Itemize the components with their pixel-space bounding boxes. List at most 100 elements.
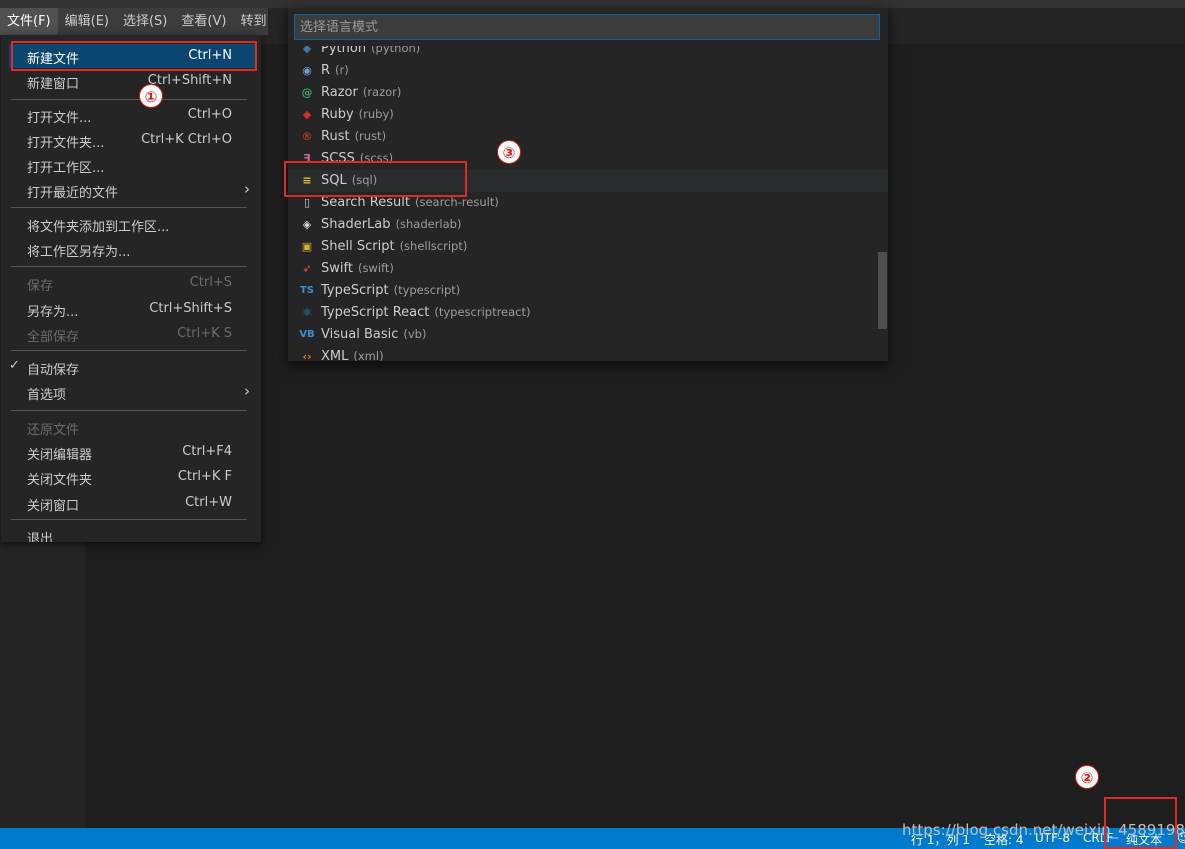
language-item-r[interactable]: ◉ R (r) [288,60,888,82]
typescript-icon: TS [299,285,315,296]
annotation-box-new-file [11,41,257,71]
menu-item-revert-file[interactable]: 还原文件 [9,415,256,439]
language-id: (typescriptreact) [434,305,531,319]
menu-item-label: 打开文件... [27,111,92,126]
menu-item-shortcut: Ctrl+F4 [182,444,232,459]
language-id: (search-result) [414,195,499,209]
language-name: Swift [321,261,353,276]
language-id: (xml) [353,349,384,361]
menu-item-label: 将文件夹添加到工作区... [27,220,170,235]
menu-item-shortcut: Ctrl+Shift+S [149,301,232,316]
language-name: TypeScript React [321,305,430,320]
r-icon: ◉ [302,64,312,77]
menu-item-label: 全部保存 [27,330,80,345]
menu-item-shortcut: Ctrl+O [187,107,232,122]
menu-item-save-workspace-as[interactable]: 将工作区另存为... [9,237,256,261]
language-item-shell-script[interactable]: ▣ Shell Script (shellscript) [288,236,888,258]
language-item-typescript-react[interactable]: ⚛ TypeScript React (typescriptreact) [288,302,888,324]
menu-item-open-folder[interactable]: 打开文件夹... Ctrl+K Ctrl+O [9,128,256,152]
menu-item-label: 退出 [27,532,54,542]
menu-go[interactable]: 转到 [233,8,273,35]
menu-item-add-folder-to-workspace[interactable]: 将文件夹添加到工作区... [9,212,256,236]
menu-item-label: 关闭编辑器 [27,448,93,463]
menu-separator [11,410,247,411]
language-name: R [321,63,331,78]
language-item-razor[interactable]: @ Razor (razor) [288,82,888,104]
menu-separator [11,266,247,267]
language-name: Rust [321,129,350,144]
menu-item-shortcut: Ctrl+K Ctrl+O [141,132,232,147]
menu-separator [11,99,247,100]
menu-item-label: 打开工作区... [27,161,105,176]
rust-icon: ® [301,130,313,143]
language-name: Search Result [321,195,410,210]
language-name: Razor [321,85,358,100]
menu-selection[interactable]: 选择(S) [116,8,174,35]
language-mode-search-input[interactable] [294,14,880,40]
language-id: (typescript) [393,283,461,297]
menu-item-shortcut: Ctrl+W [185,495,232,510]
menu-item-close-folder[interactable]: 关闭文件夹 Ctrl+K F [9,465,256,489]
menu-item-close-editor[interactable]: 关闭编辑器 Ctrl+F4 [9,440,256,464]
language-id: (ruby) [358,107,394,121]
menu-item-auto-save[interactable]: ✓ 自动保存 [9,355,256,379]
menu-item-save[interactable]: 保存 Ctrl+S [9,271,256,295]
menu-item-label: 保存 [27,279,54,294]
menu-item-close-window[interactable]: 关闭窗口 Ctrl+W [9,491,256,515]
language-item-typescript[interactable]: TS TypeScript (typescript) [288,280,888,302]
menu-item-label: 打开最近的文件 [27,186,119,201]
menu-item-shortcut: Ctrl+K S [177,326,232,341]
language-item-shaderlab[interactable]: ◈ ShaderLab (shaderlab) [288,214,888,236]
language-id: (shellscript) [399,239,468,253]
menu-view[interactable]: 查看(V) [174,8,233,35]
menu-item-label: 另存为... [27,305,79,320]
menu-item-open-recent[interactable]: 打开最近的文件 › [9,178,256,202]
menu-item-label: 首选项 [27,388,67,403]
title-bar [0,0,1185,8]
terminal-icon: ▣ [301,240,313,253]
annotation-marker-3: ③ [497,140,521,164]
language-item-ruby[interactable]: ◆ Ruby (ruby) [288,104,888,126]
annotation-box-sql [284,161,467,197]
menu-item-preferences[interactable]: 首选项 › [9,380,256,404]
menu-item-save-all[interactable]: 全部保存 Ctrl+K S [9,322,256,346]
language-item-swift[interactable]: ➶ Swift (swift) [288,258,888,280]
scrollbar-thumb[interactable] [878,252,887,329]
menu-edit[interactable]: 编辑(E) [58,8,116,35]
language-item-rust[interactable]: ® Rust (rust) [288,126,888,148]
language-name: Visual Basic [321,327,399,342]
file-menu-dropdown: 新建文件 Ctrl+N 新建窗口 Ctrl+Shift+N 打开文件... Ct… [1,35,261,542]
menu-separator [11,207,247,208]
menu-item-new-window[interactable]: 新建窗口 Ctrl+Shift+N [9,69,256,93]
vb-icon: VB [299,329,315,340]
menu-item-shortcut: Ctrl+Shift+N [147,73,232,88]
menu-item-label: 新建窗口 [27,77,80,92]
language-item-xml[interactable]: ‹› XML (xml) [288,346,888,361]
razor-icon: @ [301,86,313,99]
menu-item-open-workspace[interactable]: 打开工作区... [9,153,256,177]
language-id: (vb) [403,327,427,341]
menu-item-shortcut: Ctrl+K F [177,469,232,484]
language-name: Shell Script [321,239,395,254]
menu-item-open-file[interactable]: 打开文件... Ctrl+O [9,103,256,127]
menu-item-exit[interactable]: 退出 [9,524,256,542]
react-icon: ⚛ [302,306,312,319]
ruby-icon: ◆ [302,108,312,121]
menu-item-save-as[interactable]: 另存为... Ctrl+Shift+S [9,297,256,321]
language-name: XML [321,349,349,361]
menu-item-label: 关闭窗口 [27,499,80,514]
menu-item-label: 将工作区另存为... [27,245,131,260]
menu-file[interactable]: 文件(F) [0,8,58,35]
annotation-marker-2: ② [1075,765,1099,789]
language-name: ShaderLab [321,217,391,232]
chevron-right-icon: › [244,382,250,400]
language-name: Ruby [321,107,354,122]
language-name: TypeScript [321,283,389,298]
language-id: (swift) [357,261,394,275]
menu-item-label: 还原文件 [27,423,80,438]
annotation-marker-1: ① [139,84,163,108]
language-id: (r) [335,63,349,77]
menu-item-label: 关闭文件夹 [27,473,93,488]
language-item-visual-basic[interactable]: VB Visual Basic (vb) [288,324,888,346]
language-id: (shaderlab) [395,217,462,231]
